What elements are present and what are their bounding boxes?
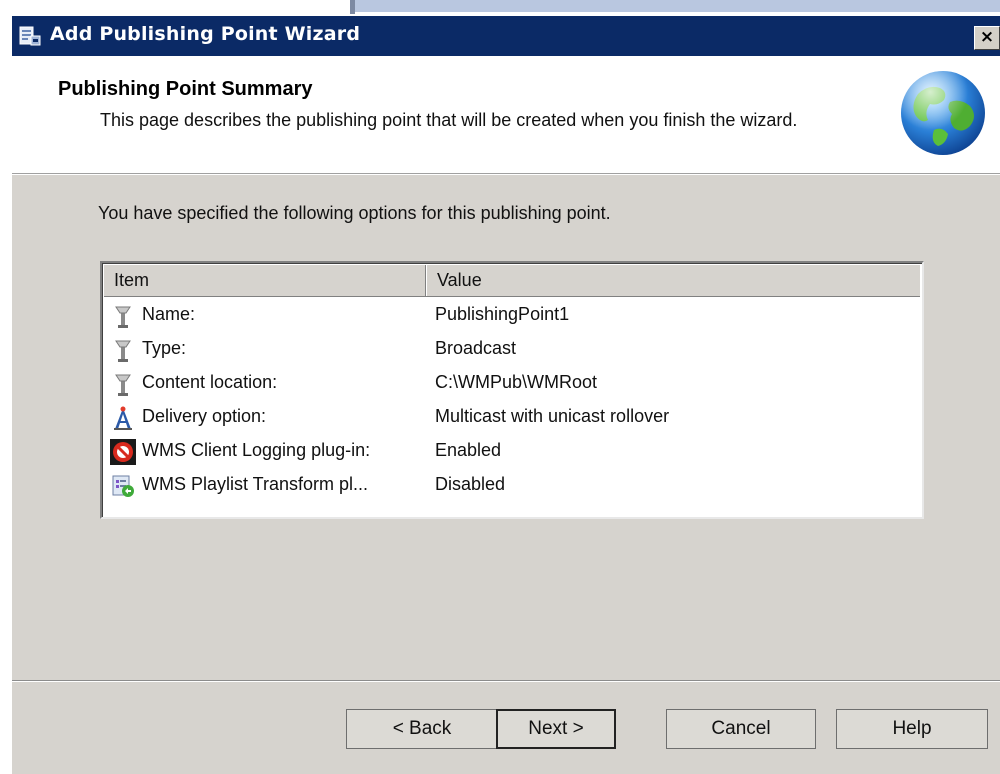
- row-value: PublishingPoint1: [435, 304, 570, 324]
- row-label: Delivery option:: [142, 406, 267, 426]
- wizard-header: Publishing Point Summary This page descr…: [12, 56, 1000, 174]
- antenna-tower-icon: [114, 406, 132, 430]
- pole-icon: [115, 374, 131, 396]
- globe-icon: [901, 71, 985, 155]
- row-value: C:\WMPub\WMRoot: [435, 372, 598, 392]
- table-row[interactable]: Delivery option: Multicast with unicast …: [104, 401, 920, 435]
- row-value: Broadcast: [435, 338, 517, 358]
- window-title: Add Publishing Point Wizard: [50, 23, 361, 45]
- page-description: This page describes the publishing point…: [100, 110, 798, 130]
- wizard-body: You have specified the following options…: [12, 175, 1000, 680]
- column-header-value[interactable]: Value: [427, 265, 920, 296]
- row-value: Enabled: [435, 440, 502, 460]
- back-button[interactable]: < Back: [346, 709, 498, 749]
- wizard-app-icon: [19, 26, 41, 46]
- list-header: Item Value: [104, 265, 920, 297]
- intro-text: You have specified the following options…: [98, 203, 611, 223]
- cancel-button[interactable]: Cancel: [666, 709, 816, 749]
- column-header-item[interactable]: Item: [104, 265, 426, 296]
- summary-list[interactable]: Item Value Name: PublishingPoint1 Type: …: [100, 261, 924, 519]
- row-label: WMS Client Logging plug-in:: [142, 440, 371, 460]
- row-value: Disabled: [435, 474, 506, 494]
- help-button[interactable]: Help: [836, 709, 988, 749]
- table-row[interactable]: Type: Broadcast: [104, 333, 920, 367]
- table-row[interactable]: WMS Playlist Transform pl... Disabled: [104, 469, 920, 503]
- row-value: Multicast with unicast rollover: [435, 406, 670, 426]
- row-label: Name:: [142, 304, 196, 324]
- table-row[interactable]: Name: PublishingPoint1: [104, 299, 920, 333]
- background-window-titlebar: [355, 0, 1000, 12]
- pole-icon: [115, 306, 131, 328]
- next-button[interactable]: Next >: [496, 709, 616, 749]
- row-label: Type:: [142, 338, 187, 358]
- page-title: Publishing Point Summary: [58, 78, 313, 100]
- close-button[interactable]: ×: [974, 26, 1000, 50]
- table-row[interactable]: WMS Client Logging plug-in: Enabled: [104, 435, 920, 469]
- playlist-transform-icon: [112, 475, 134, 497]
- title-bar: Add Publishing Point Wizard ×: [12, 16, 1000, 56]
- wizard-footer: < Back Next > Cancel Help: [12, 682, 1000, 774]
- row-label: WMS Playlist Transform pl...: [142, 474, 369, 494]
- pole-icon: [115, 340, 131, 362]
- table-row[interactable]: Content location: C:\WMPub\WMRoot: [104, 367, 920, 401]
- no-sign-icon: [110, 439, 136, 465]
- row-label: Content location:: [142, 372, 278, 392]
